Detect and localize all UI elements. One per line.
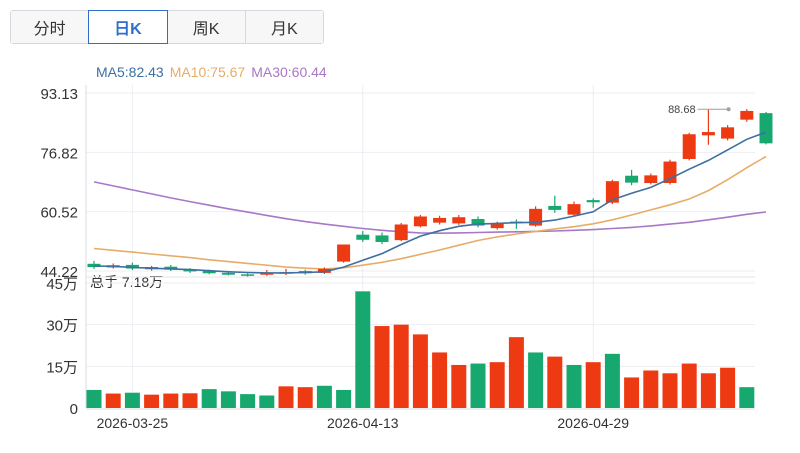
candle-body [740, 110, 754, 120]
volume-bar [566, 364, 582, 408]
volume-axis-tick: 0 [70, 401, 78, 418]
candle-body [625, 175, 639, 183]
candle-body [375, 235, 389, 242]
price-axis-tick: 60.52 [40, 205, 78, 222]
volume-bar [86, 389, 102, 408]
volume-bar [470, 363, 486, 408]
volume-bar [105, 393, 121, 408]
volume-bar [278, 386, 294, 408]
volume-bar [124, 392, 140, 408]
candle-body [241, 274, 255, 276]
kline-chart[interactable]: 93.1376.8260.5244.2245万30万15万02026-03-25… [0, 0, 800, 453]
volume-bar [662, 373, 678, 408]
volume-bar [316, 385, 332, 408]
candle-body [682, 134, 696, 159]
volume-bar [528, 352, 544, 408]
candle-body [663, 161, 677, 184]
candle-body [452, 217, 466, 224]
price-axis-tick: 76.82 [40, 145, 78, 162]
volume-bar [240, 394, 256, 408]
date-axis-tick: 2026-03-25 [97, 415, 169, 431]
volume-axis-tick: 45万 [46, 276, 78, 293]
date-axis-tick: 2026-04-29 [557, 415, 629, 431]
volume-bar [700, 373, 716, 408]
volume-bar [374, 326, 390, 408]
volume-bar [220, 391, 236, 408]
candle-body [701, 132, 715, 136]
volume-axis-tick: 30万 [46, 318, 78, 335]
volume-bar [508, 337, 524, 408]
ma30-line [93, 181, 767, 235]
volume-bar [201, 389, 217, 408]
volume-bar [643, 370, 659, 408]
volume-bar [451, 364, 467, 408]
candle-body [221, 272, 235, 275]
candle-body [548, 205, 562, 210]
volume-bar [297, 387, 313, 408]
volume-bar [681, 363, 697, 408]
volume-bar [547, 356, 563, 408]
volume-bar [163, 393, 179, 408]
volume-bar [604, 353, 620, 408]
candle-body [337, 244, 351, 262]
volume-bar [336, 389, 352, 408]
volume-bar [144, 394, 160, 408]
candle-body [394, 224, 408, 241]
max-annotation-dot [726, 107, 731, 112]
volume-bar [182, 393, 198, 408]
volume-axis-tick: 15万 [46, 359, 78, 376]
volume-bar [355, 291, 371, 408]
date-axis-tick: 2026-04-13 [327, 415, 399, 431]
candle-body [759, 113, 773, 144]
volume-bar [720, 367, 736, 408]
candle-body [413, 216, 427, 227]
volume-bar [489, 362, 505, 408]
price-axis-tick: 93.13 [40, 86, 78, 103]
volume-bar [259, 395, 275, 408]
volume-bar [585, 362, 601, 408]
candle-body [433, 217, 447, 223]
volume-bar [412, 334, 428, 408]
candle-body [567, 204, 581, 215]
max-annotation-label: 88.68 [668, 104, 696, 116]
volume-bar [739, 387, 755, 408]
volume-bar [624, 377, 640, 408]
candle-body [644, 175, 658, 184]
candle-body [356, 234, 370, 240]
volume-bar [393, 324, 409, 408]
candle-body [721, 127, 735, 139]
candle-body [586, 200, 600, 203]
volume-bar [432, 352, 448, 408]
